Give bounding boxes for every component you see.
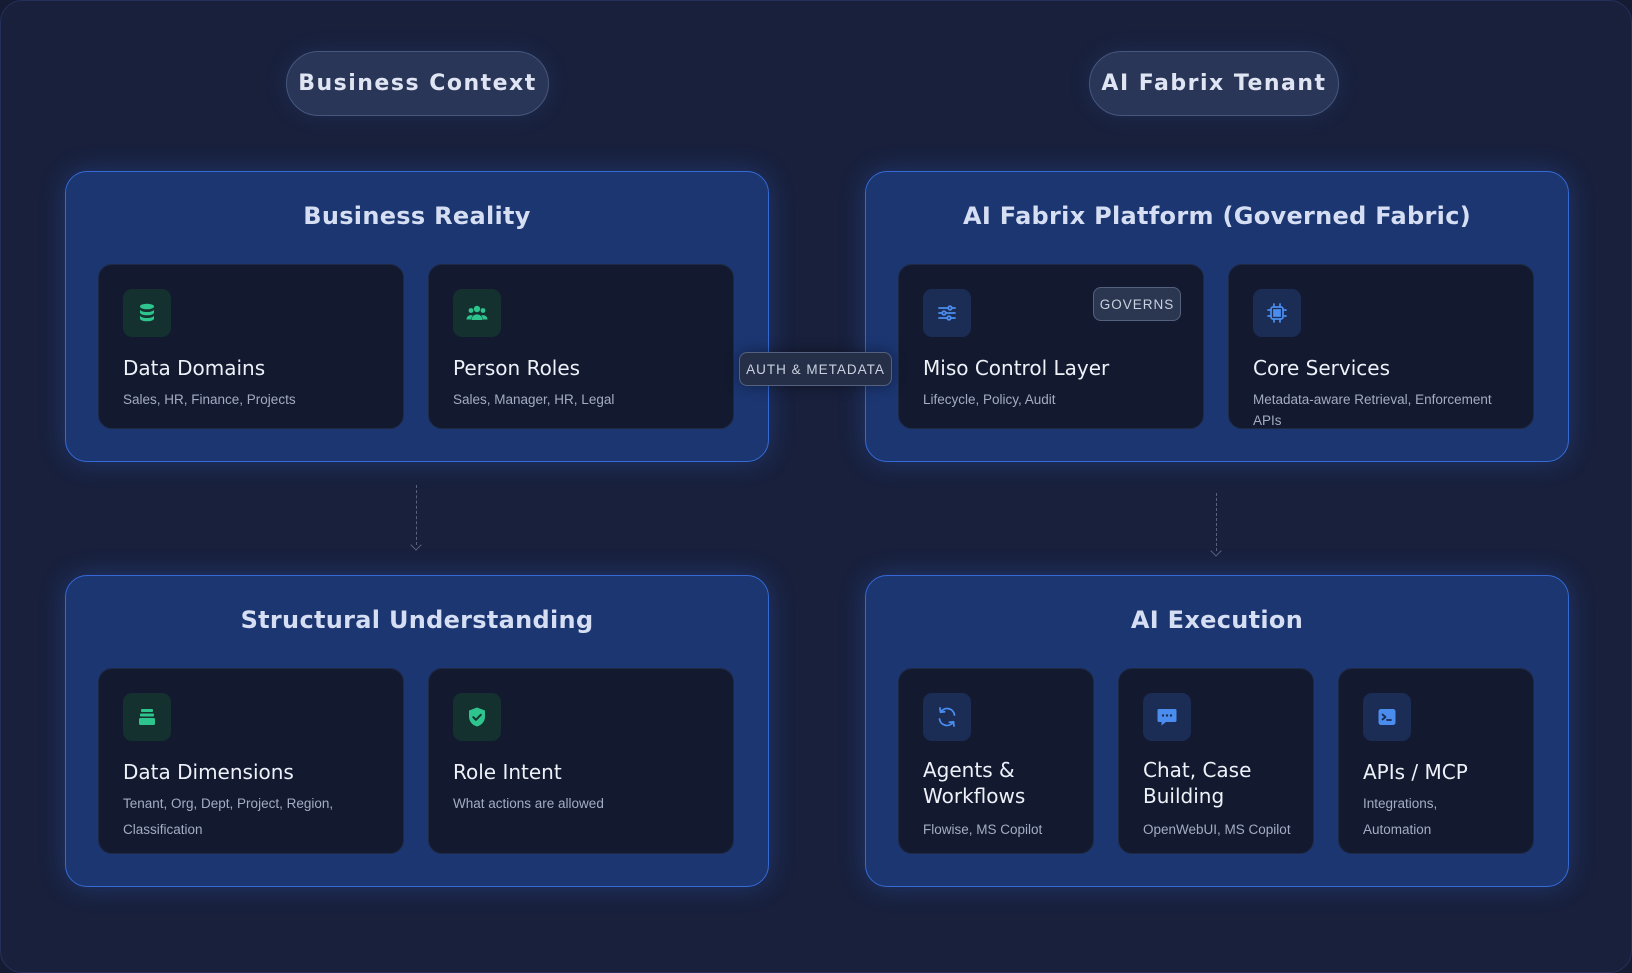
card-title: Miso Control Layer <box>923 356 1110 380</box>
panel-title: AI Execution <box>1130 606 1304 634</box>
ai-execution-panel: AI Execution Agents & Workflows Flowise,… <box>865 575 1569 887</box>
chip-icon <box>1253 289 1301 337</box>
database-icon <box>123 289 171 337</box>
ai-fabrix-tenant-label: AI Fabrix Tenant <box>1089 51 1339 116</box>
card-title: Core Services <box>1253 356 1390 380</box>
panel-title: Structural Understanding <box>240 606 594 634</box>
panel-title: Business Reality <box>303 202 531 230</box>
card-title: Chat, Case <box>1143 758 1252 782</box>
apis-mcp-card: APIs / MCP Integrations, Automation <box>1338 668 1534 854</box>
card-subtitle: Flowise, MS Copilot <box>923 822 1043 837</box>
ai-fabrix-platform-panel: AI Fabrix Platform (Governed Fabric) GOV… <box>865 171 1569 462</box>
core-services-card: Core Services Metadata-aware Retrieval, … <box>1228 264 1534 429</box>
chat-case-building-card: Chat, Case Building OpenWebUI, MS Copilo… <box>1118 668 1314 854</box>
panel-title: AI Fabrix Platform (Governed Fabric) <box>963 202 1471 230</box>
business-context-label: Business Context <box>286 51 549 116</box>
card-subtitle: Metadata-aware Retrieval, Enforcement AP… <box>1253 392 1492 428</box>
business-reality-panel: Business Reality Data Domains Sales, HR,… <box>65 171 769 462</box>
card-subtitle: Sales, Manager, HR, Legal <box>453 392 615 407</box>
miso-control-layer-card: GOVERNS Miso Control Layer Lifecycle, Po… <box>898 264 1204 429</box>
card-subtitle: Integrations, <box>1363 796 1438 811</box>
terminal-icon <box>1363 693 1411 741</box>
chat-icon <box>1143 693 1191 741</box>
person-roles-card: Person Roles Sales, Manager, HR, Legal <box>428 264 734 429</box>
card-title: Data Domains <box>123 356 266 380</box>
role-intent-card: Role Intent What actions are allowed <box>428 668 734 854</box>
card-title: Data Dimensions <box>123 760 294 784</box>
refresh-icon <box>923 693 971 741</box>
dashed-arrow-connector <box>416 485 417 545</box>
card-title-line2: Building <box>1143 784 1225 808</box>
users-icon <box>453 289 501 337</box>
structural-understanding-panel: Structural Understanding Data Dimensions… <box>65 575 769 887</box>
card-title: APIs / MCP <box>1363 760 1468 784</box>
sliders-icon <box>923 289 971 337</box>
data-dimensions-card: Data Dimensions Tenant, Org, Dept, Proje… <box>98 668 404 854</box>
card-title: Role Intent <box>453 760 562 784</box>
card-subtitle: OpenWebUI, MS Copilot <box>1143 822 1291 837</box>
card-subtitle: What actions are allowed <box>453 796 604 811</box>
shield-check-icon <box>453 693 501 741</box>
card-subtitle: Sales, HR, Finance, Projects <box>123 392 296 407</box>
agents-workflows-card: Agents & Workflows Flowise, MS Copilot <box>898 668 1094 854</box>
layers-icon <box>123 693 171 741</box>
card-title-line2: Workflows <box>923 784 1026 808</box>
auth-metadata-badge: AUTH & METADATA <box>739 352 892 386</box>
card-subtitle-line2: Automation <box>1363 822 1432 837</box>
governs-badge: GOVERNS <box>1093 287 1181 321</box>
dashed-arrow-connector <box>1216 493 1217 551</box>
card-subtitle-line2: Classification <box>123 822 203 837</box>
card-title: Agents & <box>923 758 1015 782</box>
card-subtitle: Lifecycle, Policy, Audit <box>923 392 1056 407</box>
card-title: Person Roles <box>453 356 581 380</box>
card-subtitle: Tenant, Org, Dept, Project, Region, <box>123 796 334 811</box>
data-domains-card: Data Domains Sales, HR, Finance, Project… <box>98 264 404 429</box>
diagram-frame: Business Context AI Fabrix Tenant Busine… <box>0 0 1632 973</box>
